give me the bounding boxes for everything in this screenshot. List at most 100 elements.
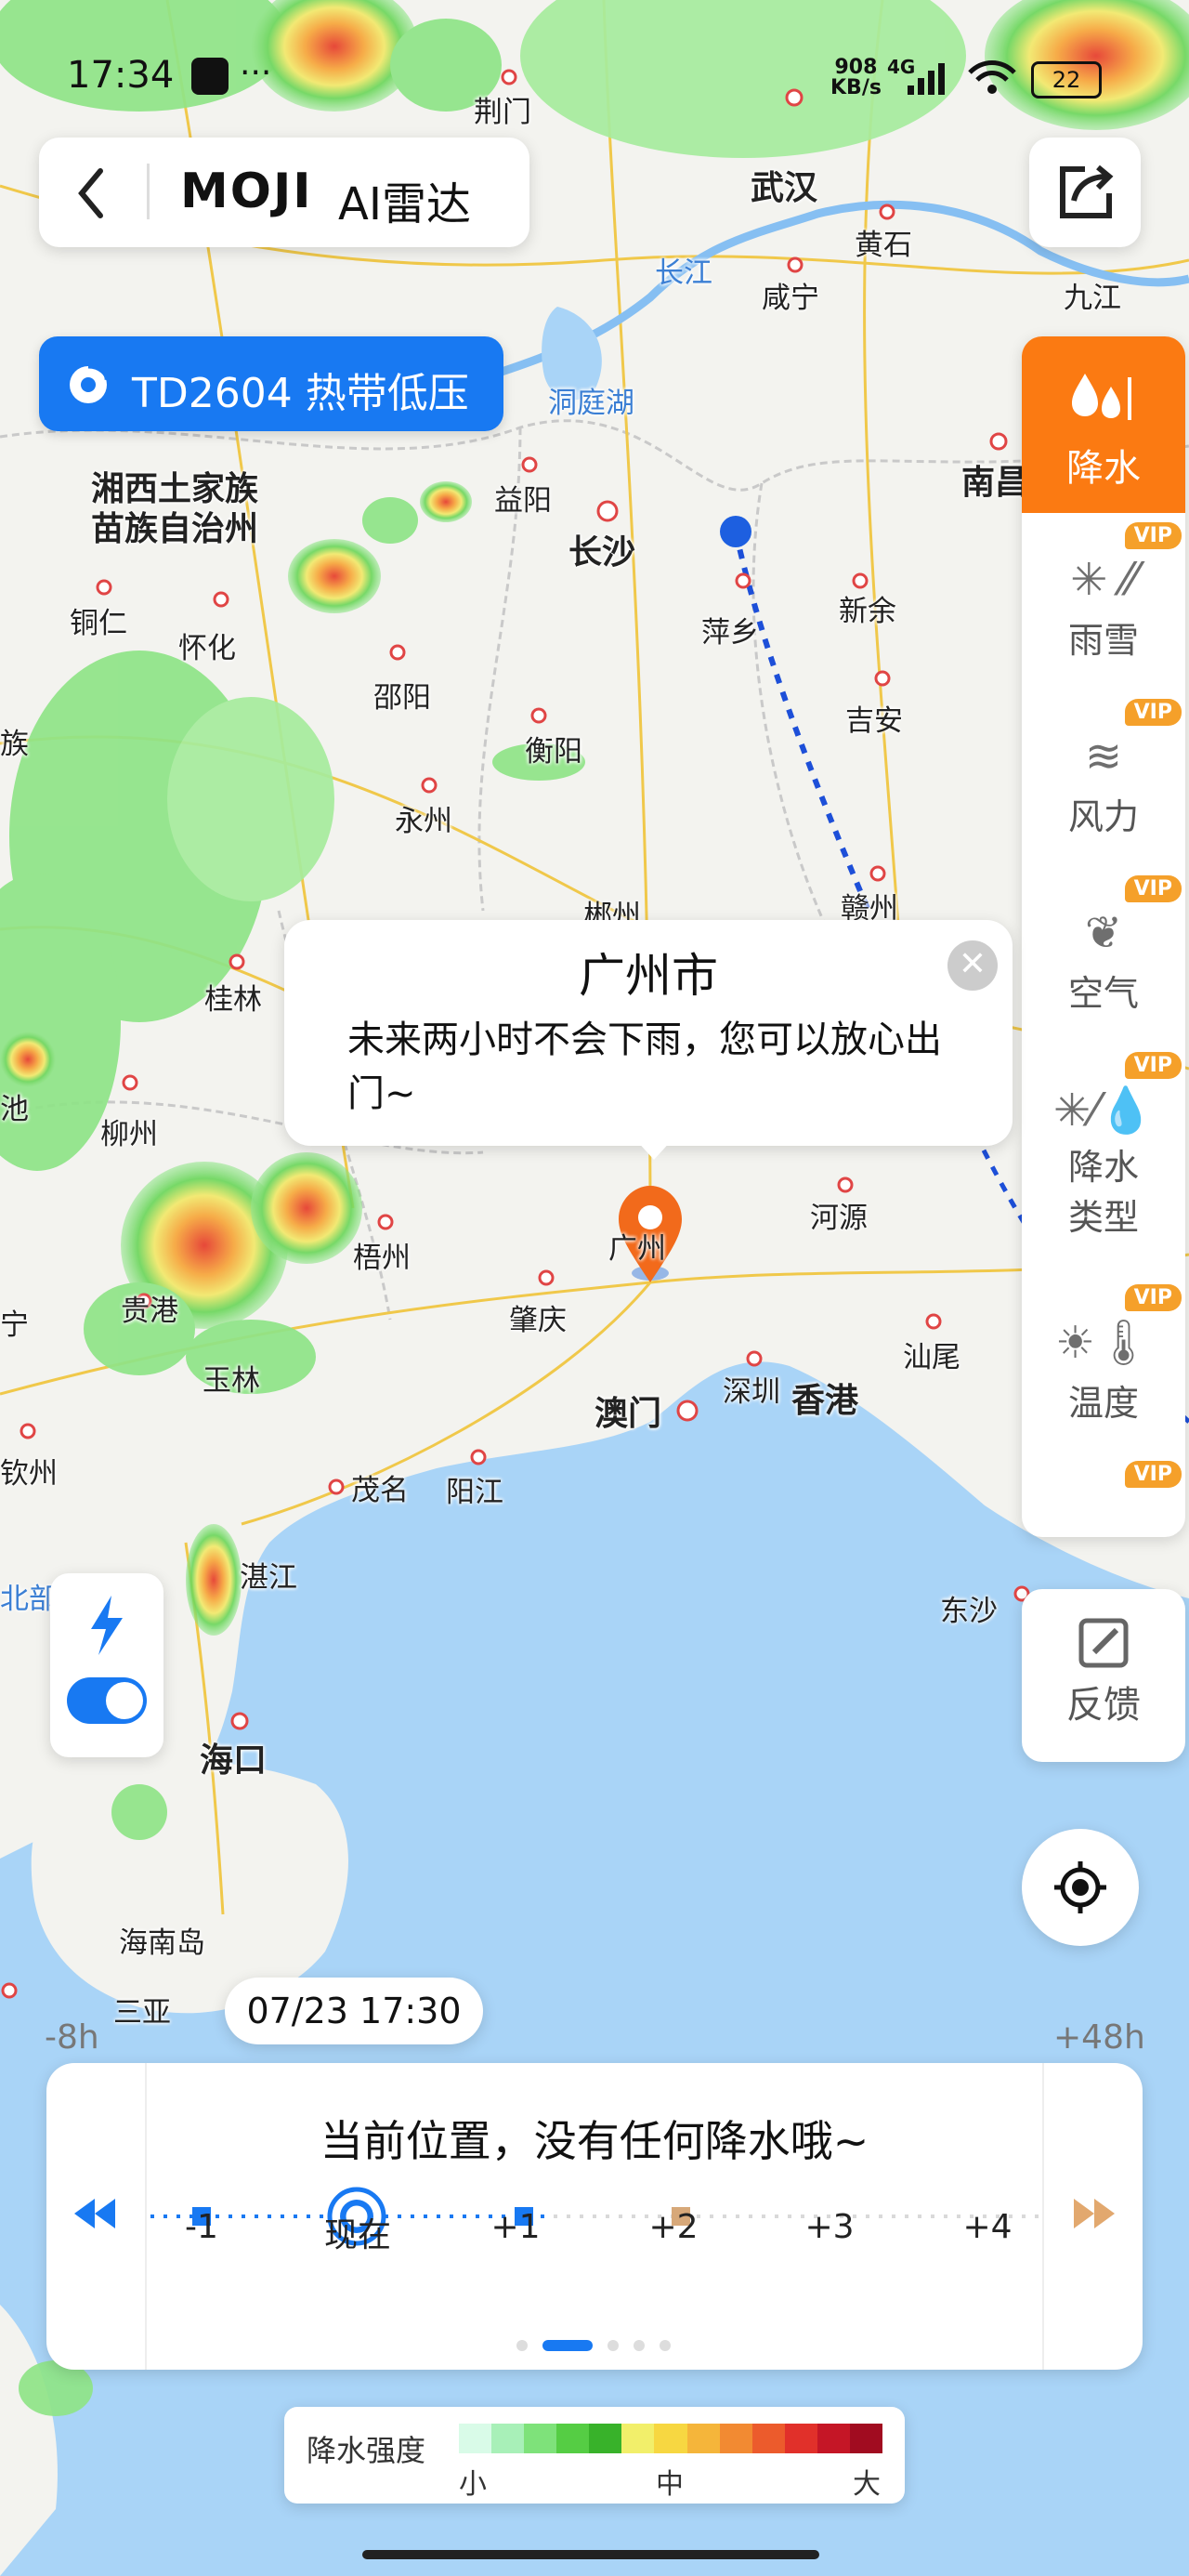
battery-level: 22 xyxy=(1052,67,1081,93)
map-label: 广州 xyxy=(608,1232,666,1266)
rain-drop-icon xyxy=(1072,374,1131,420)
map-label: 邵阳 xyxy=(373,681,431,715)
vip-badge: VIP xyxy=(1124,875,1182,902)
legend-swatch xyxy=(849,2424,883,2453)
rewind-icon[interactable] xyxy=(72,2195,119,2232)
locate-button[interactable] xyxy=(1022,1829,1139,1946)
precip-legend: 降水强度 小 中 大 xyxy=(284,2407,905,2504)
edit-icon xyxy=(1078,1618,1129,1668)
map-label: 族 xyxy=(0,728,29,761)
back-icon[interactable] xyxy=(72,165,110,221)
header-divider xyxy=(147,164,150,219)
legend-large: 大 xyxy=(853,2468,881,2501)
more-notifications-icon: ··· xyxy=(240,54,272,92)
map-label: 铜仁 xyxy=(70,607,127,640)
tool-rain-snow[interactable]: VIP ✳ ⁄⁄ 雨雪 xyxy=(1022,513,1185,690)
page-dot[interactable] xyxy=(542,2340,593,2351)
map-label: 玉林 xyxy=(203,1364,260,1398)
tool-label: 风力 xyxy=(1067,796,1139,837)
legend-swatch xyxy=(784,2424,817,2453)
tool-label: 雨雪 xyxy=(1067,620,1139,661)
legend-swatch xyxy=(719,2424,752,2453)
time-label: 07/23 17:30 xyxy=(225,1978,483,2044)
status-time: 17:34 xyxy=(67,54,175,97)
leaf-icon: ❦ xyxy=(1084,907,1123,959)
popup-message: 未来两小时不会下雨，您可以放心出门~ xyxy=(347,1019,942,1115)
precip-message: 当前位置，没有任何降水哦~ xyxy=(320,2116,869,2166)
page-dot[interactable] xyxy=(516,2340,528,2351)
toggle-knob xyxy=(106,1682,143,1719)
map-label: 南昌 xyxy=(961,464,1029,502)
wind-icon: ≋ xyxy=(1084,730,1123,782)
page-dot[interactable] xyxy=(634,2340,645,2351)
page-dot[interactable] xyxy=(608,2340,619,2351)
signal-icon xyxy=(908,63,945,95)
map-label: 洞庭湖 xyxy=(548,387,634,420)
map-label: 海南岛 xyxy=(119,1926,205,1960)
map-label: 汕尾 xyxy=(903,1341,960,1374)
tool-wind[interactable]: VIP ≋ 风力 xyxy=(1022,690,1185,866)
vip-badge: VIP xyxy=(1124,1461,1182,1488)
tick-label: +1 xyxy=(490,2208,541,2246)
range-end: +48h xyxy=(1053,2018,1145,2057)
net-speed-value: 908 xyxy=(834,56,878,79)
map-label: 永州 xyxy=(395,805,452,838)
tool-label: 降水 xyxy=(1066,447,1141,490)
precip-type-icon: ✳⁄💧 xyxy=(1053,1084,1154,1137)
typhoon-label: TD2604 热带低压 xyxy=(132,370,469,417)
typhoon-chip[interactable]: TD2604 热带低压 xyxy=(39,336,503,431)
map-label: 海口 xyxy=(200,1741,268,1780)
legend-swatch xyxy=(751,2424,785,2453)
popup-title: 广州市 xyxy=(579,949,718,1003)
legend-small: 小 xyxy=(459,2468,487,2501)
header-bar: MOJI AI雷达 xyxy=(39,138,529,247)
map-label: 池 xyxy=(0,1093,29,1126)
tool-label: 温度 xyxy=(1067,1383,1139,1424)
brand-logo: MOJI xyxy=(180,164,313,219)
map-label: 香港 xyxy=(791,1382,859,1420)
tick-label: +2 xyxy=(648,2208,699,2246)
rain-snow-icon: ✳ ⁄⁄ xyxy=(1070,554,1137,606)
tick-label: +4 xyxy=(962,2208,1013,2246)
map-label: 茂名 xyxy=(351,1474,409,1507)
typhoon-position xyxy=(720,516,751,547)
range-start: -8h xyxy=(45,2018,99,2057)
tick-label: -1 xyxy=(185,2208,218,2246)
tool-precipitation[interactable]: 降水 xyxy=(1022,336,1185,513)
tool-label: 空气 xyxy=(1067,973,1139,1014)
tool-more[interactable]: VIP xyxy=(1022,1452,1185,1537)
tool-air[interactable]: VIP ❦ 空气 xyxy=(1022,866,1185,1043)
typhoon-icon xyxy=(70,363,110,403)
tool-temperature[interactable]: VIP ☀🌡 温度 xyxy=(1022,1275,1185,1452)
lightning-toggle[interactable] xyxy=(67,1677,147,1724)
map-label: 黄石 xyxy=(855,229,912,262)
map-label: 长江 xyxy=(655,256,712,290)
map-label: 钦州 xyxy=(0,1457,58,1491)
map-label: 衡阳 xyxy=(525,735,582,769)
vip-badge: VIP xyxy=(1124,1284,1182,1311)
tool-precip-type[interactable]: VIP ✳⁄💧 降水 类型 xyxy=(1022,1043,1185,1275)
map-label: 柳州 xyxy=(100,1118,158,1151)
battery-icon: 22 xyxy=(1031,61,1102,99)
wifi-icon xyxy=(968,60,1016,94)
page-dot[interactable] xyxy=(660,2340,671,2351)
map-label: 湛江 xyxy=(240,1561,297,1595)
home-indicator[interactable] xyxy=(362,2550,819,2559)
tool-label: 降水 类型 xyxy=(1067,1147,1139,1238)
vip-badge: VIP xyxy=(1124,522,1182,549)
map-label: 荆门 xyxy=(474,96,531,129)
map-label: 益阳 xyxy=(494,484,552,518)
map-label: 武汉 xyxy=(751,169,818,207)
legend-swatch xyxy=(589,2424,622,2453)
legend-swatch xyxy=(524,2424,557,2453)
tick-label: 现在 xyxy=(323,2216,391,2254)
map-label: 梧州 xyxy=(353,1242,411,1275)
map-label: 三亚 xyxy=(113,1996,171,2030)
page-title: AI雷达 xyxy=(338,178,471,230)
timeline-track[interactable] xyxy=(149,2184,1040,2249)
share-button[interactable] xyxy=(1029,138,1141,247)
close-icon[interactable]: ✕ xyxy=(947,940,998,991)
feedback-button[interactable]: 反馈 xyxy=(1022,1589,1185,1762)
fast-forward-icon[interactable] xyxy=(1070,2195,1117,2232)
lightning-icon xyxy=(91,1596,123,1655)
